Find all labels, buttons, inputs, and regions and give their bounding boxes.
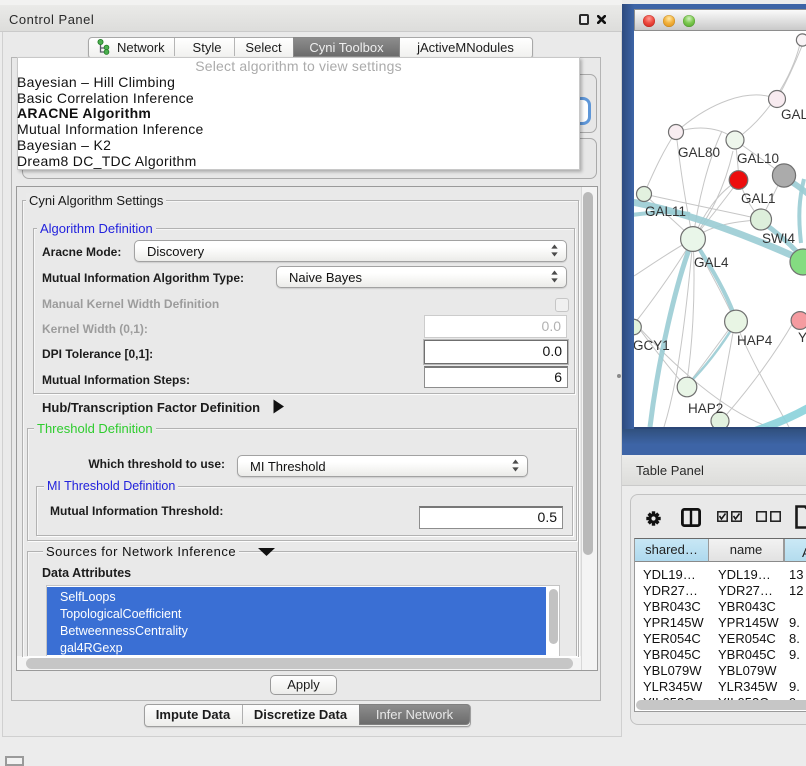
svg-text:GAL7: GAL7 — [781, 107, 806, 122]
svg-text:Y: Y — [798, 330, 806, 345]
svg-text:HAP4: HAP4 — [737, 333, 773, 348]
svg-text:GAL80: GAL80 — [678, 145, 720, 160]
svg-text:GAL11: GAL11 — [645, 204, 686, 219]
svg-text:GCY1: GCY1 — [634, 338, 670, 353]
svg-text:GAL10: GAL10 — [737, 151, 779, 166]
svg-text:GAL1: GAL1 — [741, 191, 776, 206]
svg-text:SWI4: SWI4 — [762, 231, 795, 246]
svg-text:HAP2: HAP2 — [688, 401, 723, 416]
svg-text:GAL4: GAL4 — [694, 255, 729, 270]
